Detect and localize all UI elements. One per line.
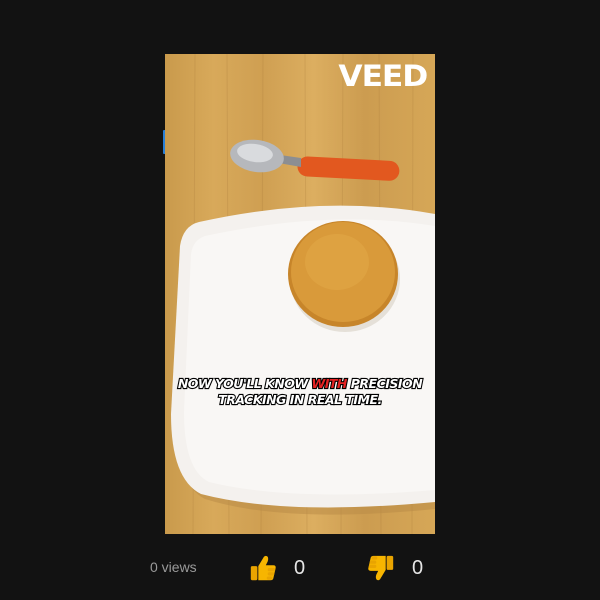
caption-highlight-word: WITH xyxy=(310,375,348,392)
view-count: 0 views xyxy=(150,559,197,575)
thumbs-up-icon xyxy=(250,555,276,581)
video-frame-image xyxy=(171,54,435,534)
veed-watermark-logo: VEED xyxy=(338,59,428,93)
like-count: 0 xyxy=(294,556,306,579)
dislike-count: 0 xyxy=(412,556,424,579)
caption-text-pre: NOW YOU'LL KNOW xyxy=(177,375,312,392)
video-player[interactable]: VEED NOW YOU'LL KNOW WITH PRECISION TRAC… xyxy=(165,54,435,534)
video-page: VEED NOW YOU'LL KNOW WITH PRECISION TRAC… xyxy=(0,0,600,600)
like-button[interactable]: 0 xyxy=(248,550,305,586)
video-footer: 0 views 0 0 xyxy=(0,548,600,588)
thumbs-down-icon xyxy=(368,555,394,581)
dislike-button[interactable]: 0 xyxy=(366,550,423,586)
video-caption: NOW YOU'LL KNOW WITH PRECISION TRACKING … xyxy=(165,375,435,408)
